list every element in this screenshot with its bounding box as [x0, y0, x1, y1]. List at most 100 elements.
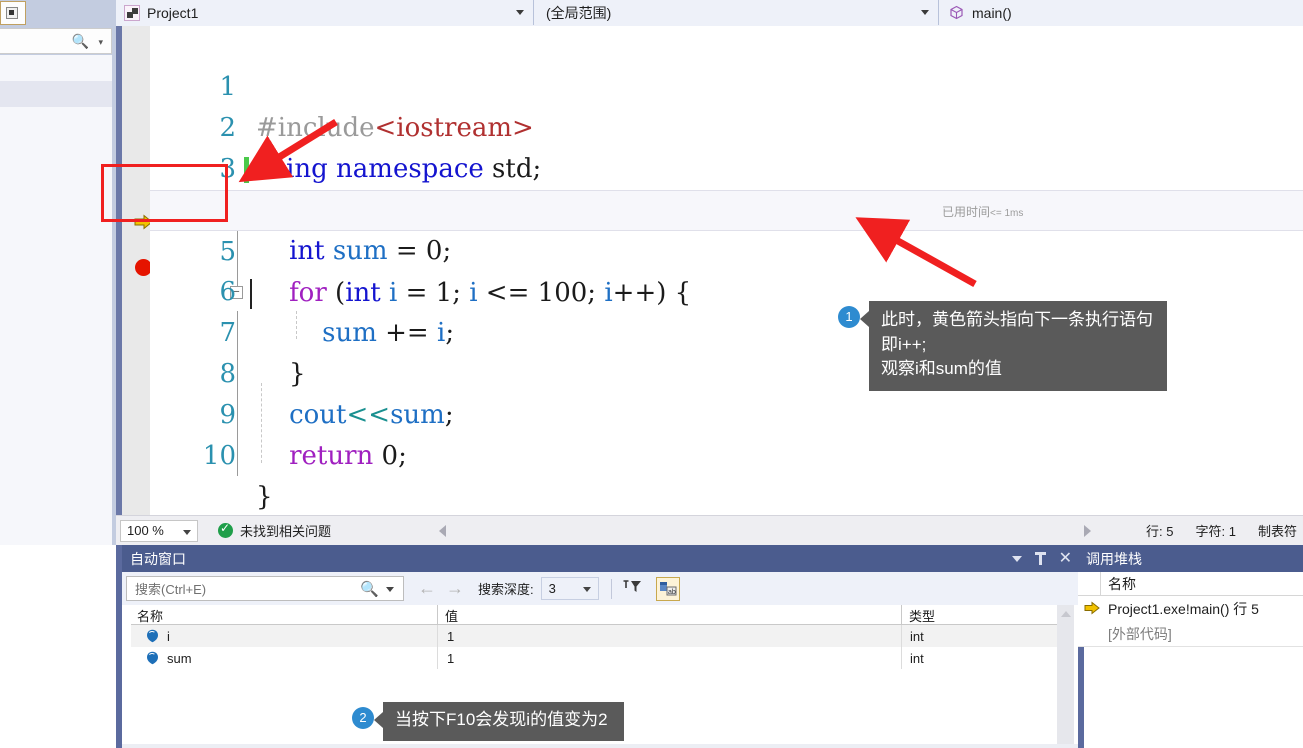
search-icon: 🔍: [71, 33, 89, 49]
project-icon: [124, 4, 140, 21]
editor-status-bar: 100 % 未找到相关问题 行: 5 字符: 1 制表符: [116, 515, 1303, 545]
column-divider[interactable]: [1100, 572, 1101, 596]
annotation-callout-2: 2 当按下F10会发现i的值变为2: [352, 702, 624, 741]
code-line[interactable]: 10 }: [150, 395, 1303, 512]
code-line-text: }: [256, 482, 273, 512]
code-line[interactable]: 4 int sum = 0;: [150, 149, 1303, 289]
variable-value[interactable]: 1: [447, 651, 454, 666]
variable-icon: [146, 629, 159, 643]
search-depth-dropdown[interactable]: 3: [540, 577, 599, 600]
code-line[interactable]: 6 sum += i;: [150, 231, 1303, 371]
no-issues-icon: [218, 521, 233, 538]
autos-window-controls: ✕: [1011, 545, 1072, 572]
chevron-down-icon[interactable]: [1011, 555, 1022, 562]
caret-position-info: 行: 5 字符: 1 制表符: [1146, 521, 1303, 540]
call-stack-divider: [1078, 646, 1303, 647]
call-stack-panel: 调用堆栈 名称 Project1.exe!main() 行 5 [外部代码]: [1078, 545, 1303, 748]
solution-explorer-tab[interactable]: [0, 1, 26, 25]
callout-pointer: [860, 311, 869, 327]
solution-explorer-tabrow: [0, 0, 116, 26]
line-number: 10: [202, 441, 236, 471]
autos-toolbar: 搜索(Ctrl+E) 🔍 ← → 搜索深度: 3 ab: [122, 572, 1078, 605]
hex-display-toggle-icon[interactable]: ab: [655, 576, 680, 601]
search-depth-label: 搜索深度:: [478, 582, 534, 597]
annotation-badge: 2: [352, 707, 374, 729]
call-stack-frame-current[interactable]: Project1.exe!main() 行 5: [1078, 596, 1303, 621]
column-divider[interactable]: [437, 605, 438, 625]
callout-pointer: [374, 712, 383, 728]
call-stack-left-strip: [1078, 647, 1084, 748]
chevron-down-icon[interactable]: [582, 587, 591, 592]
member-dropdown[interactable]: main(): [939, 0, 1303, 25]
member-dropdown-label: main(): [972, 4, 1012, 21]
editor-glyph-margin[interactable]: [122, 26, 153, 515]
call-stack-frame-label: [外部代码]: [1108, 625, 1172, 642]
chevron-down-icon[interactable]: [183, 529, 191, 535]
code-text-area[interactable]: 1 #include<iostream> 2 using namespace s…: [150, 26, 1303, 515]
panel-splitter[interactable]: [122, 744, 1078, 748]
column-header-name: 名称: [137, 609, 164, 624]
table-row[interactable]: i 1 int: [131, 625, 1065, 647]
tree-item[interactable]: [0, 81, 112, 107]
scope-dropdown[interactable]: (全局范围): [534, 0, 939, 25]
tree-item[interactable]: [0, 55, 112, 81]
annotation-callout-1: 1 此时，黄色箭头指向下一条执行语句 即i++; 观察i和sum的值: [838, 301, 1167, 391]
code-editor[interactable]: 1 #include<iostream> 2 using namespace s…: [116, 26, 1303, 515]
column-divider[interactable]: [901, 605, 902, 625]
code-line[interactable]: 1 #include<iostream>: [150, 26, 1303, 143]
pin-filter-icon[interactable]: [622, 577, 646, 601]
autos-search-input[interactable]: 搜索(Ctrl+E) 🔍: [126, 576, 404, 601]
line-indicator: 行: 5: [1146, 524, 1174, 539]
search-previous-icon[interactable]: ←: [418, 578, 436, 599]
search-icon[interactable]: 🔍: [360, 580, 379, 598]
autos-variable-list[interactable]: i 1 int sum 1 int: [131, 625, 1065, 669]
zoom-level-dropdown[interactable]: 100 %: [120, 519, 198, 542]
project-dropdown[interactable]: Project1: [116, 0, 534, 25]
annotation-text: 此时，黄色箭头指向下一条执行语句 即i++; 观察i和sum的值: [869, 301, 1167, 391]
autos-column-header: 名称 值 类型: [131, 605, 1065, 625]
column-header-value: 值: [445, 609, 459, 624]
scroll-left-arrow-icon[interactable]: [439, 524, 447, 537]
call-stack-title: 调用堆栈: [1078, 545, 1303, 572]
svg-text:ab: ab: [668, 589, 676, 596]
code-line[interactable]: 3 −int main() {: [150, 108, 1303, 225]
scroll-up-arrow-icon[interactable]: [1061, 611, 1071, 617]
zoom-level-label: 100 %: [127, 523, 164, 538]
elapsed-time-hint: 已用时间<= 1ms: [942, 206, 1023, 219]
tab-indicator: 制表符: [1257, 524, 1297, 539]
autos-search-placeholder: 搜索(Ctrl+E): [135, 582, 207, 597]
variable-value[interactable]: 1: [447, 629, 454, 644]
cell-divider: [901, 625, 902, 647]
project-dropdown-label: Project1: [147, 4, 199, 21]
problem-status-label: 未找到相关问题: [240, 524, 332, 539]
pin-icon[interactable]: [1034, 552, 1046, 565]
variable-type: int: [910, 650, 924, 666]
cell-divider: [437, 625, 438, 647]
code-line-current[interactable]: 5 − for (int i = 1; i <= 100; i++) { 已用时…: [150, 190, 1303, 309]
method-icon: [949, 5, 964, 20]
search-depth-value: 3: [548, 581, 556, 596]
column-header-type: 类型: [909, 609, 936, 624]
code-line[interactable]: 2 using namespace std;: [150, 67, 1303, 184]
highlight-box-execution-gutter: [101, 164, 228, 222]
chevron-down-icon[interactable]: [516, 10, 524, 15]
table-row[interactable]: sum 1 int: [131, 647, 1065, 669]
autos-vertical-scrollbar[interactable]: [1057, 605, 1074, 744]
chevron-down-icon[interactable]: ▾: [98, 37, 103, 48]
solution-explorer-tree[interactable]: [0, 55, 112, 545]
tree-item[interactable]: [0, 107, 112, 133]
code-line-text: return 0;: [237, 424, 407, 477]
editor-navigation-bar: Project1 (全局范围) main(): [116, 0, 1303, 26]
scroll-right-arrow-icon[interactable]: [1084, 524, 1091, 537]
solution-explorer-search[interactable]: 🔍 ▾: [0, 28, 112, 54]
elapsed-time-label: 已用时间: [942, 205, 991, 219]
close-icon[interactable]: ✕: [1059, 550, 1072, 567]
call-stack-column-header: 名称: [1078, 572, 1303, 596]
call-stack-frame-external[interactable]: [外部代码]: [1078, 621, 1303, 646]
elapsed-time-value: <= 1ms: [990, 208, 1024, 219]
solution-explorer-strip: 🔍 ▾: [0, 0, 116, 545]
variable-name: i: [167, 628, 170, 644]
chevron-down-icon[interactable]: [921, 10, 929, 15]
search-next-icon[interactable]: →: [446, 578, 464, 599]
chevron-down-icon[interactable]: [386, 587, 394, 592]
